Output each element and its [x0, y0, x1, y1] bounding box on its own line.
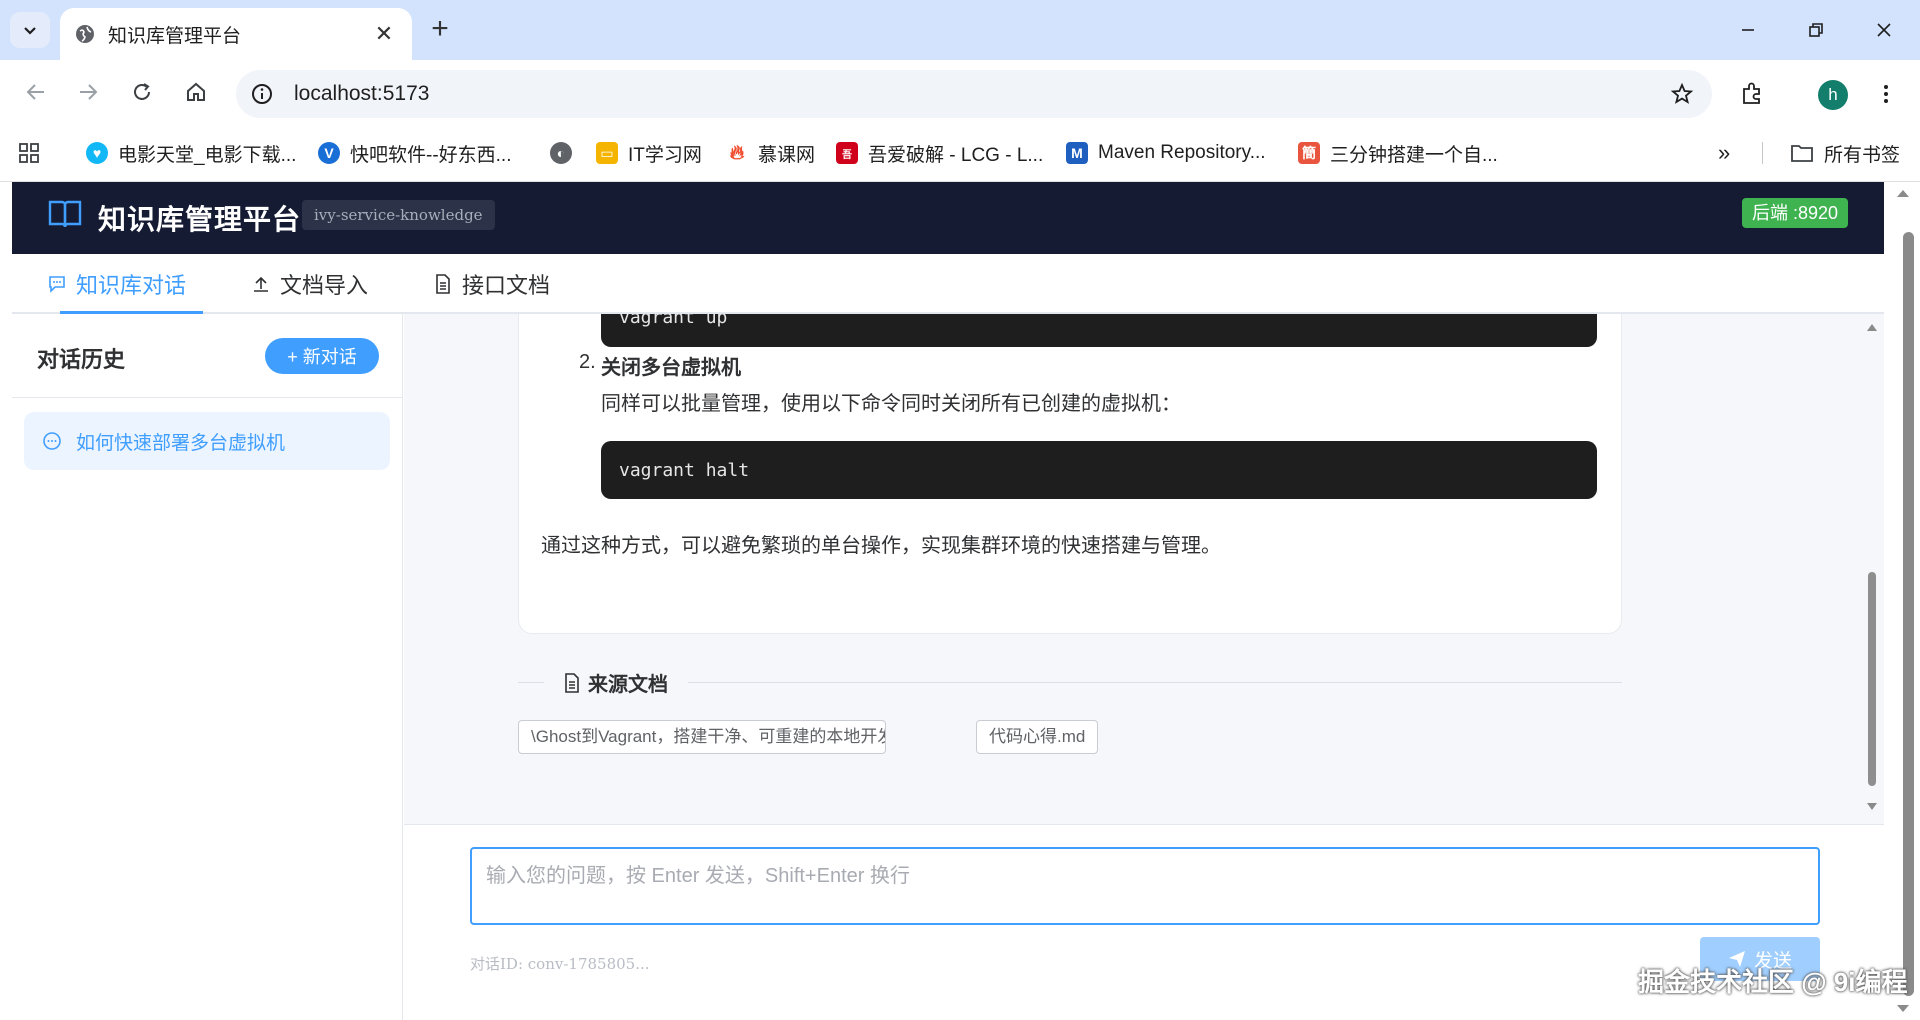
- scroll-up-arrow-icon[interactable]: [1866, 322, 1878, 332]
- all-bookmarks-button[interactable]: 所有书签: [1790, 138, 1900, 168]
- app-header: 知识库管理平台 ivy-service-knowledge 后端 :8920: [12, 182, 1884, 254]
- bookmark-4[interactable]: ▭ IT学习网: [596, 138, 702, 168]
- restore-button[interactable]: [1796, 14, 1836, 46]
- list-item-description: 同样可以批量管理，使用以下命令同时关闭所有已创建的虚拟机：: [601, 393, 1181, 415]
- reload-icon: [134, 83, 150, 100]
- bookmark-favicon-icon: ▭: [596, 142, 618, 164]
- service-tag: ivy-service-knowledge: [302, 200, 495, 230]
- more-vertical-icon: [1884, 85, 1888, 103]
- source-doc-tag[interactable]: \Ghost到Vagrant，搭建干净、可重建的本地开发环境.m: [518, 720, 886, 754]
- address-bar[interactable]: localhost:5173: [236, 70, 1712, 118]
- tab-title: 知识库管理平台: [108, 25, 242, 47]
- tab-document-import[interactable]: 文档导入: [252, 254, 368, 314]
- reload-button[interactable]: [126, 76, 158, 108]
- document-icon: [434, 274, 452, 294]
- tab-api-docs[interactable]: 接口文档: [434, 254, 550, 314]
- bookmark-6[interactable]: 吾吾爱破解 - LCG - L...: [836, 138, 1043, 168]
- bookmark-1[interactable]: ♥ 电影天堂_电影下载...: [86, 138, 296, 168]
- bookmark-3[interactable]: ◐: [550, 138, 582, 168]
- apps-button[interactable]: [18, 138, 40, 168]
- browser-tab-bar: 知识库管理平台 ✕ +: [0, 0, 1920, 60]
- bookmark-favicon-icon: 簡: [1298, 142, 1320, 164]
- restore-icon: [1809, 23, 1823, 37]
- arrow-right-icon: [80, 84, 98, 100]
- bookmark-favicon-icon: 吾: [836, 142, 858, 164]
- chat-scrollbar-thumb[interactable]: [1868, 572, 1876, 786]
- document-icon: [564, 672, 580, 693]
- extensions-button[interactable]: [1736, 78, 1768, 110]
- assistant-message: vagrant up 2. 关闭多台虚拟机 同样可以批量管理，使用以下命令同时关…: [518, 314, 1622, 634]
- arrow-left-icon: [26, 84, 44, 100]
- conversation-item[interactable]: 如何快速部署多台虚拟机: [24, 412, 390, 470]
- profile-avatar[interactable]: h: [1818, 80, 1848, 110]
- home-icon: [187, 82, 205, 101]
- back-button[interactable]: [20, 76, 52, 108]
- flame-icon: 🔥︎: [729, 141, 745, 164]
- folder-icon: [1791, 145, 1813, 162]
- page-scrollbar-thumb[interactable]: [1903, 232, 1914, 996]
- question-input[interactable]: [470, 847, 1820, 925]
- scroll-down-arrow-icon[interactable]: [1866, 802, 1878, 812]
- sidebar-header: 对话历史 + 新对话: [12, 314, 403, 398]
- close-tab-icon[interactable]: ✕: [370, 21, 398, 47]
- message-summary: 通过这种方式，可以避免繁琐的单台操作，实现集群环境的快速搭建与管理。: [541, 535, 1221, 557]
- book-icon: [48, 200, 82, 228]
- star-icon[interactable]: [1670, 82, 1694, 106]
- browser-menu-button[interactable]: [1870, 78, 1902, 110]
- bookmark-8[interactable]: 簡三分钟搭建一个自...: [1298, 138, 1498, 168]
- bookmark-favicon-icon: V: [318, 142, 340, 164]
- more-bookmarks-button[interactable]: »: [1718, 138, 1730, 168]
- new-chat-button[interactable]: + 新对话: [265, 338, 379, 374]
- chat-bubble-icon: [42, 431, 62, 451]
- puzzle-icon: [1743, 82, 1760, 104]
- app-tabs: 知识库对话 文档导入 接口文档: [12, 254, 1884, 314]
- conversation-sidebar: 对话历史 + 新对话 如何快速部署多台虚拟机: [12, 314, 403, 1020]
- bookmark-divider: [1762, 142, 1763, 164]
- bookmark-2[interactable]: V 快吧软件--好东西...: [318, 138, 512, 168]
- scroll-up-arrow-icon[interactable]: [1896, 188, 1910, 198]
- browser-tab[interactable]: 知识库管理平台 ✕: [60, 8, 412, 60]
- conversation-id: 对话ID: conv-1785805...: [470, 955, 650, 973]
- sources-label: 来源文档: [544, 668, 688, 697]
- bookmark-7[interactable]: M Maven Repository...: [1066, 138, 1266, 168]
- close-window-button[interactable]: [1864, 14, 1904, 46]
- app-title: 知识库管理平台: [98, 204, 302, 235]
- scroll-down-arrow-icon[interactable]: [1896, 1004, 1910, 1014]
- globe-icon: [76, 25, 94, 43]
- chat-message-area[interactable]: vagrant up 2. 关闭多台虚拟机 同样可以批量管理，使用以下命令同时关…: [404, 314, 1884, 824]
- chevron-down-icon: [24, 27, 36, 35]
- source-doc-tag[interactable]: 代码心得.md: [976, 720, 1099, 754]
- code-block: vagrant halt: [601, 441, 1597, 499]
- info-icon[interactable]: [250, 82, 274, 106]
- list-number: 2.: [579, 351, 596, 373]
- list-item-title: 关闭多台虚拟机: [601, 357, 741, 379]
- bookmark-5[interactable]: 🔥︎ 慕课网: [726, 138, 815, 168]
- forward-button[interactable]: [72, 76, 104, 108]
- minimize-button[interactable]: [1728, 14, 1768, 46]
- globe-icon: ◐: [550, 142, 572, 164]
- upload-icon: [252, 275, 270, 293]
- tab-knowledge-chat[interactable]: 知识库对话: [48, 254, 186, 314]
- close-icon: [1877, 23, 1891, 37]
- tab-search-button[interactable]: [10, 12, 50, 48]
- url-text: localhost:5173: [294, 82, 430, 105]
- maven-icon: M: [1066, 142, 1088, 164]
- code-block: vagrant up: [601, 314, 1597, 347]
- sidebar-title: 对话历史: [37, 347, 126, 372]
- bookmarks-bar: ♥ 电影天堂_电影下载... V 快吧软件--好东西... ◐ ▭ IT学习网 🔥︎ 慕…: [0, 124, 1920, 182]
- double-chevron-icon: »: [1718, 140, 1731, 165]
- bookmark-favicon-icon: ♥: [86, 142, 108, 164]
- backend-status-badge: 后端 :8920: [1741, 198, 1848, 228]
- home-button[interactable]: [180, 76, 212, 108]
- chat-bubble-icon: [48, 275, 66, 293]
- new-tab-button[interactable]: +: [424, 14, 456, 46]
- minimize-icon: [1742, 29, 1754, 31]
- apps-grid-icon: [19, 143, 39, 163]
- watermark: 掘金技术社区 @ 9i编程: [1638, 967, 1908, 997]
